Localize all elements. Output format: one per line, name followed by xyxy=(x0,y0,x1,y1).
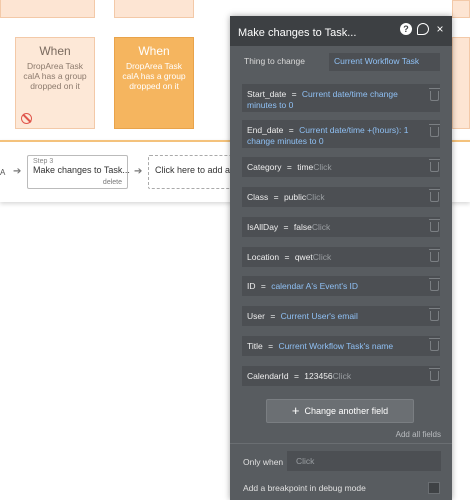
event-description: DropArea Task calA has a group dropped o… xyxy=(122,61,186,91)
breakpoint-label: Add a breakpoint in debug mode xyxy=(243,483,366,493)
change-button-label: Change another field xyxy=(304,406,389,416)
field-key: End_date xyxy=(247,125,284,135)
field-isallday[interactable]: IsAllDay = falseClick xyxy=(242,217,440,237)
plus-icon: + xyxy=(291,403,300,418)
field-key: CalendarId xyxy=(247,371,289,381)
field-title[interactable]: Title = Current Workflow Task's name xyxy=(242,336,440,356)
comment-icon[interactable] xyxy=(417,23,429,35)
event-card-droparea-selected[interactable]: When DropArea Task calA has a group drop… xyxy=(114,37,194,129)
panel-header[interactable]: Make changes to Task... ? × xyxy=(230,16,452,46)
trash-icon[interactable] xyxy=(429,368,440,381)
field-calendarid[interactable]: CalendarId = 123456Click xyxy=(242,366,440,386)
divider xyxy=(230,443,452,444)
thing-to-change-row: Thing to change Current Workflow Task xyxy=(244,53,440,71)
prohibit-icon xyxy=(21,113,32,124)
add-all-fields-link[interactable]: Add all fields xyxy=(396,430,441,439)
trash-icon[interactable] xyxy=(429,189,440,202)
field-click-placeholder[interactable]: Click xyxy=(333,371,351,381)
field-id[interactable]: ID = calendar A's Event's ID xyxy=(242,276,440,296)
field-click-placeholder[interactable]: Click xyxy=(312,222,330,232)
trash-icon[interactable] xyxy=(429,219,440,232)
field-click-placeholder[interactable]: Click xyxy=(313,162,331,172)
only-when-label: Only when xyxy=(243,457,284,467)
close-icon[interactable]: × xyxy=(434,23,446,35)
trash-icon[interactable] xyxy=(429,124,440,137)
step-edge-label: A xyxy=(0,168,6,177)
add-action-button[interactable]: Click here to add an action... xyxy=(148,155,238,189)
event-card-top[interactable] xyxy=(0,0,95,18)
field-end-date[interactable]: End_date = Current date/time +(hours): 1… xyxy=(242,120,440,148)
breakpoint-checkbox[interactable] xyxy=(428,482,440,494)
arrow-right-icon: ➔ xyxy=(134,166,143,177)
event-when-label: When xyxy=(138,44,170,58)
trash-icon[interactable] xyxy=(429,88,440,101)
field-dynamic-value[interactable]: Current Workflow Task's name xyxy=(278,341,393,351)
trash-icon[interactable] xyxy=(429,278,440,291)
field-key: Category xyxy=(247,162,282,172)
trash-icon[interactable] xyxy=(429,159,440,172)
field-dynamic-value[interactable]: Current User's email xyxy=(281,311,358,321)
event-card-partial[interactable] xyxy=(452,37,470,129)
arrow-right-icon: ➔ xyxy=(13,166,22,177)
thing-to-change-label: Thing to change xyxy=(244,56,305,66)
field-click-placeholder[interactable]: Click xyxy=(306,192,324,202)
field-dynamic-value[interactable]: calendar A's Event's ID xyxy=(271,281,358,291)
panel-title: Make changes to Task... xyxy=(238,27,357,39)
field-location[interactable]: Location = qwetClick xyxy=(242,247,440,267)
field-static-value[interactable]: public xyxy=(284,192,306,202)
field-key: Start_date xyxy=(247,89,287,99)
field-static-value[interactable]: false xyxy=(294,222,312,232)
field-class[interactable]: Class = publicClick xyxy=(242,187,440,207)
field-key: User xyxy=(247,311,265,321)
field-static-value[interactable]: time xyxy=(297,162,313,172)
event-description: DropArea Task calA has a group dropped o… xyxy=(23,61,87,91)
step-number: Step 3 xyxy=(33,158,54,165)
trash-icon[interactable] xyxy=(429,338,440,351)
event-card-droparea[interactable]: When DropArea Task calA has a group drop… xyxy=(15,37,95,129)
property-editor-panel: Make changes to Task... ? × Thing to cha… xyxy=(230,16,452,500)
field-key: IsAllDay xyxy=(247,222,279,232)
field-key: Location xyxy=(247,252,280,262)
field-static-value[interactable]: qwet xyxy=(295,252,313,262)
thing-to-change-input[interactable]: Current Workflow Task xyxy=(329,53,440,71)
field-key: Title xyxy=(247,341,263,351)
step-3-card[interactable]: Step 3 Make changes to Task... delete xyxy=(27,155,130,189)
event-card-top[interactable] xyxy=(452,0,470,18)
help-icon[interactable]: ? xyxy=(400,23,412,35)
field-category[interactable]: Category = timeClick xyxy=(242,157,440,177)
trash-icon[interactable] xyxy=(429,249,440,262)
delete-step-link[interactable]: delete xyxy=(103,179,122,186)
only-when-input[interactable]: Click xyxy=(287,451,441,471)
trash-icon[interactable] xyxy=(429,308,440,321)
change-another-field-button[interactable]: + Change another field xyxy=(266,399,414,423)
field-key: Class xyxy=(247,192,269,202)
field-key: ID xyxy=(247,281,256,291)
event-card-top[interactable] xyxy=(114,0,194,18)
field-click-placeholder[interactable]: Click xyxy=(313,252,331,262)
field-static-value[interactable]: 123456 xyxy=(304,371,332,381)
field-user[interactable]: User = Current User's email xyxy=(242,306,440,326)
event-when-label: When xyxy=(39,44,71,58)
step-title: Make changes to Task... xyxy=(33,165,130,175)
field-start-date[interactable]: Start_date = Current date/time change mi… xyxy=(242,84,440,112)
